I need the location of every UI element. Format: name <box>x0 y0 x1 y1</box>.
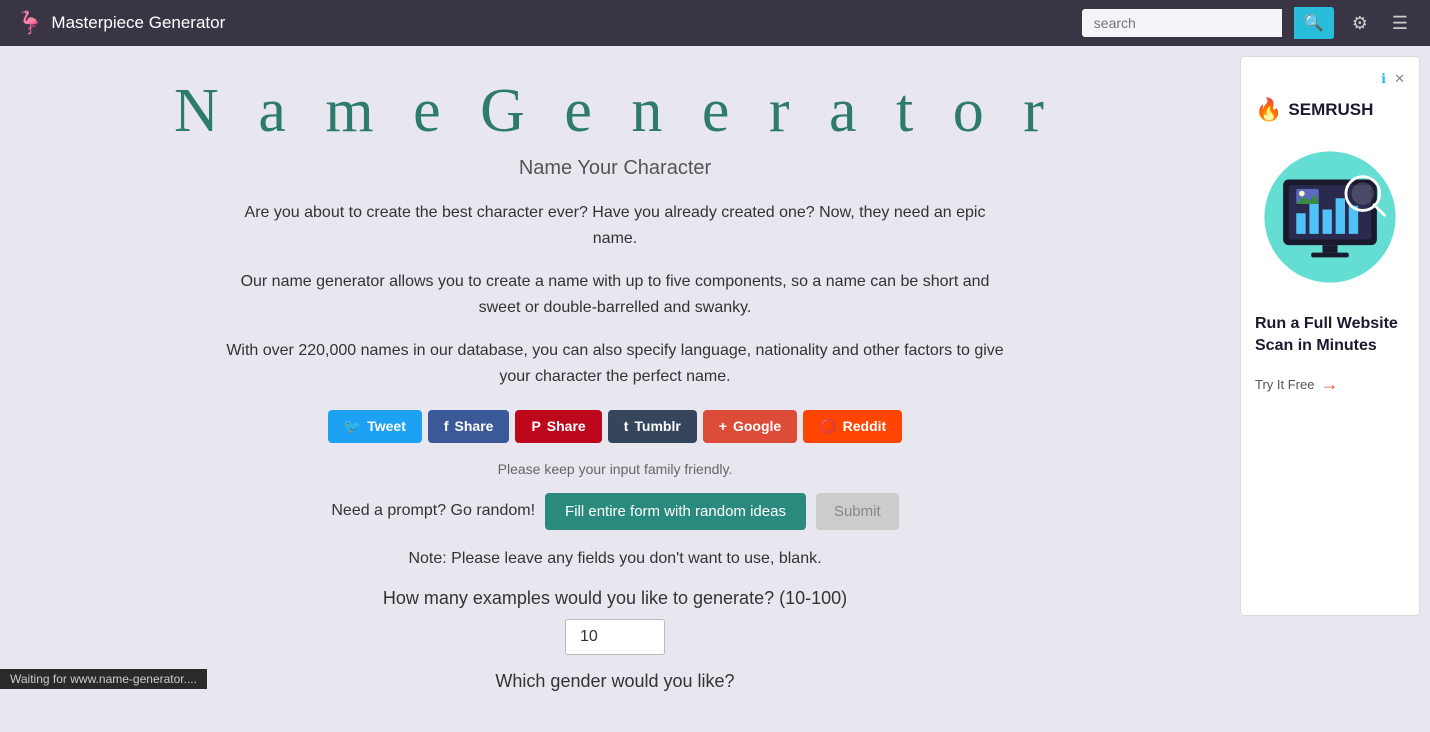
twitter-icon: 🐦 <box>344 418 361 435</box>
tweet-button[interactable]: 🐦 Tweet <box>328 410 422 443</box>
google-icon: + <box>719 418 727 434</box>
ad-controls: ℹ ✕ <box>1255 71 1405 87</box>
tweet-label: Tweet <box>367 418 406 434</box>
ad-container: ℹ ✕ 🔥 SEMRUSH <box>1240 56 1420 616</box>
search-input[interactable] <box>1082 9 1282 37</box>
examples-question: How many examples would you like to gene… <box>60 588 1170 609</box>
semrush-logo: 🔥 SEMRUSH <box>1255 97 1405 123</box>
ad-cta[interactable]: Try It Free → <box>1255 374 1405 395</box>
facebook-icon: f <box>444 418 449 434</box>
google-label: Google <box>733 418 781 434</box>
submit-button[interactable]: Submit <box>816 493 899 530</box>
ad-info-icon[interactable]: ℹ <box>1381 71 1386 87</box>
pinterest-share-label: Share <box>547 418 586 434</box>
description-3: With over 220,000 names in our database,… <box>225 338 1005 389</box>
page-subtitle: Name Your Character <box>60 157 1170 180</box>
sidebar-ad: ℹ ✕ 🔥 SEMRUSH <box>1230 46 1430 732</box>
status-text: Waiting for www.name-generator.... <box>10 672 197 686</box>
prompt-row: Need a prompt? Go random! Fill entire fo… <box>60 493 1170 530</box>
ad-headline: Run a Full Website Scan in Minutes <box>1255 313 1405 358</box>
site-logo[interactable]: 🦩 Masterpiece Generator <box>16 10 225 36</box>
ad-cta-arrow-icon: → <box>1320 374 1338 395</box>
logo-icon: 🦩 <box>16 10 43 36</box>
page-title: N a m e G e n e r a t o r <box>60 76 1170 147</box>
tumblr-icon: t <box>624 418 629 434</box>
navbar: 🦩 Masterpiece Generator 🔍 ⚙ ☰ <box>0 0 1430 46</box>
search-icon: 🔍 <box>1304 15 1324 32</box>
menu-button[interactable]: ☰ <box>1386 9 1414 38</box>
main-wrapper: N a m e G e n e r a t o r Name Your Char… <box>0 46 1430 732</box>
main-content: N a m e G e n e r a t o r Name Your Char… <box>0 46 1230 732</box>
gender-question: Which gender would you like? <box>60 671 1170 692</box>
semrush-brand: SEMRUSH <box>1288 100 1373 120</box>
description-1: Are you about to create the best charact… <box>225 200 1005 251</box>
social-buttons: 🐦 Tweet f Share P Share t Tumblr + Googl… <box>60 410 1170 443</box>
reddit-button[interactable]: ⭕ Reddit <box>803 410 902 443</box>
pinterest-icon: P <box>531 418 540 434</box>
ad-illustration <box>1255 137 1405 297</box>
reddit-icon: ⭕ <box>819 418 836 435</box>
search-button[interactable]: 🔍 <box>1294 7 1334 39</box>
pinterest-share-button[interactable]: P Share <box>515 410 601 443</box>
ad-cta-label: Try It Free <box>1255 377 1314 392</box>
family-friendly-note: Please keep your input family friendly. <box>60 461 1170 477</box>
menu-icon: ☰ <box>1392 13 1408 33</box>
tumblr-button[interactable]: t Tumblr <box>608 410 697 443</box>
tumblr-label: Tumblr <box>634 418 680 434</box>
google-button[interactable]: + Google <box>703 410 797 443</box>
description-2: Our name generator allows you to create … <box>225 269 1005 320</box>
tune-icon: ⚙ <box>1352 13 1368 33</box>
blank-note: Note: Please leave any fields you don't … <box>60 550 1170 568</box>
tune-icon-button[interactable]: ⚙ <box>1346 9 1374 38</box>
facebook-share-button[interactable]: f Share <box>428 410 510 443</box>
prompt-label: Need a prompt? Go random! <box>331 502 535 520</box>
ad-close-icon[interactable]: ✕ <box>1394 71 1405 87</box>
fill-random-button[interactable]: Fill entire form with random ideas <box>545 493 806 530</box>
semrush-flame-icon: 🔥 <box>1255 97 1282 123</box>
reddit-label: Reddit <box>843 418 887 434</box>
site-title: Masterpiece Generator <box>51 13 225 33</box>
status-bar: Waiting for www.name-generator.... <box>0 669 207 689</box>
facebook-share-label: Share <box>455 418 494 434</box>
examples-count-input[interactable] <box>565 619 665 655</box>
